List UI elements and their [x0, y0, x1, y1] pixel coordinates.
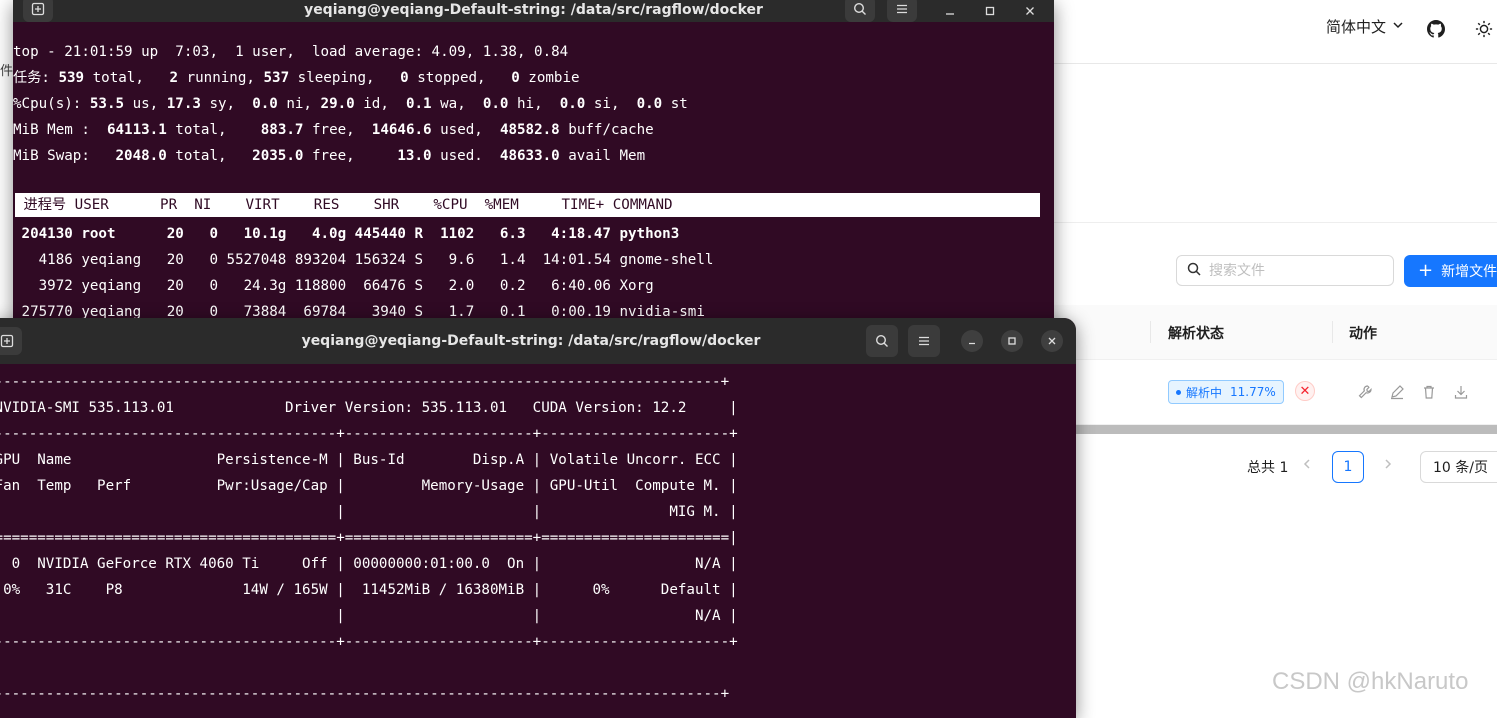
process-row: 3972 yeqiang 20 0 24.3g 118800 66476 S 2… [13, 278, 654, 294]
theme-sun-icon[interactable] [1470, 15, 1497, 43]
download-icon[interactable] [1453, 384, 1469, 400]
github-icon[interactable] [1422, 15, 1450, 43]
cpu-line: %Cpu(s): 53.5 us, 17.3 sy, 0.0 ni, 29.0 … [13, 96, 688, 112]
terminal-title: yeqiang@yeqiang-Default-string: /data/sr… [301, 333, 761, 349]
status-label: 解析中 [1186, 385, 1223, 400]
prev-page-icon[interactable] [1302, 458, 1312, 474]
nvidia-smi-line: ----------------------------------------… [0, 426, 738, 442]
terminal-title: yeqiang@yeqiang-Default-string: /data/sr… [304, 2, 763, 18]
search-icon [1187, 262, 1201, 280]
page-size-value: 10 条/页 [1433, 460, 1488, 476]
add-file-label: 新增文件 [1441, 264, 1497, 280]
status-progress: 11.77% [1230, 385, 1276, 399]
new-tab-icon[interactable] [23, 0, 53, 22]
next-page-icon[interactable] [1383, 458, 1393, 474]
process-row: 4186 yeqiang 20 0 5527048 893204 156324 … [13, 252, 714, 268]
close-icon[interactable] [1019, 0, 1041, 22]
parse-status-badge: 解析中 11.77% [1168, 380, 1284, 404]
watermark: CSDN @hkNaruto [1272, 668, 1469, 695]
delete-icon[interactable] [1421, 384, 1437, 400]
nvidia-smi-line: ----------------------------------------… [0, 374, 730, 390]
chevron-down-icon [1392, 19, 1404, 34]
terminal-window-top[interactable]: yeqiang@yeqiang-Default-string: /data/sr… [13, 0, 1054, 330]
horizontal-scrollbar[interactable] [1054, 425, 1497, 434]
nvidia-smi-line: 0 NVIDIA GeForce RTX 4060 Ti Off | 00000… [0, 556, 738, 572]
page-size-select[interactable]: 10 条/页 [1420, 451, 1497, 483]
pagination-page-1[interactable]: 1 [1332, 451, 1364, 483]
nvidia-smi-line: ----------------------------------------… [0, 634, 738, 650]
add-file-button[interactable]: + 新增文件 [1404, 255, 1497, 287]
column-header-parse-status[interactable]: 解析状态 [1168, 323, 1224, 343]
nvidia-smi-line: ========================================… [0, 530, 738, 546]
search-input[interactable] [1207, 261, 1381, 280]
minimize-icon[interactable] [961, 330, 983, 352]
process-row: 204130 root 20 0 10.1g 4.0g 445440 R 110… [13, 226, 680, 242]
edit-icon[interactable] [1389, 384, 1405, 400]
new-tab-icon[interactable] [0, 327, 22, 355]
nvidia-smi-line: Fan Temp Perf Pwr:Usage/Cap | Memory-Usa… [0, 478, 738, 494]
nvidia-smi-line: GPU Name Persistence-M | Bus-Id Disp.A |… [0, 452, 738, 468]
divider [1054, 222, 1497, 224]
nvidia-smi-line: | | MIG M. | [0, 504, 738, 520]
close-icon[interactable] [1041, 330, 1063, 352]
column-separator [1332, 321, 1333, 343]
table-header [1054, 305, 1497, 360]
maximize-icon[interactable] [979, 0, 1001, 22]
nvidia-smi-line: NVIDIA-SMI 535.113.01 Driver Version: 53… [0, 400, 738, 416]
column-header-action: 动作 [1349, 326, 1377, 342]
top-summary-line: top - 21:01:59 up 7:03, 1 user, load ave… [13, 44, 569, 60]
pagination-total: 总共 1 [1247, 460, 1289, 476]
language-selector[interactable]: 简体中文 [1326, 16, 1404, 37]
status-dot-icon [1176, 389, 1181, 395]
hamburger-menu-icon[interactable] [908, 325, 940, 357]
process-table-header: 进程号 USER PR NI VIRT RES SHR %CPU %MEM TI… [15, 193, 1040, 217]
mem-line: MiB Mem : 64113.1 total, 883.7 free, 146… [13, 122, 654, 138]
plus-icon: + [1418, 260, 1434, 281]
nvidia-smi-line: 0% 31C P8 14W / 165W | 11452MiB / 16380M… [0, 582, 738, 598]
nvidia-smi-line: | | N/A | [0, 608, 738, 624]
maximize-icon[interactable] [1001, 330, 1023, 352]
swap-line: MiB Swap: 2048.0 total, 2035.0 free, 13.… [13, 148, 646, 164]
minimize-icon[interactable] [939, 0, 961, 22]
search-icon[interactable] [866, 325, 898, 357]
column-separator [1150, 321, 1151, 343]
language-label: 简体中文 [1326, 18, 1387, 36]
search-icon[interactable] [845, 0, 875, 22]
terminal-window-nvidia-smi[interactable]: yeqiang@yeqiang-Default-string: /data/sr… [0, 318, 1076, 718]
cancel-parse-icon[interactable]: ✕ [1295, 381, 1315, 401]
hamburger-menu-icon[interactable] [887, 0, 917, 22]
wrench-icon[interactable] [1357, 384, 1373, 400]
side-text-fragment: 件 [0, 64, 14, 79]
tasks-line: 任务: 539 total, 2 running, 537 sleeping, … [13, 70, 580, 86]
nvidia-smi-line: ----------------------------------------… [0, 686, 730, 702]
search-field[interactable] [1176, 255, 1394, 286]
